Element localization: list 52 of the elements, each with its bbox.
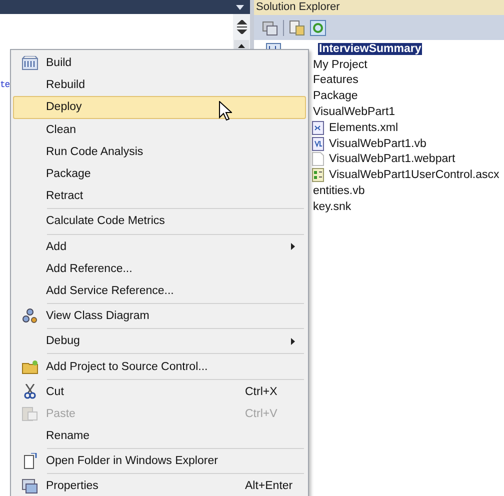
scissors-icon xyxy=(24,384,36,400)
tree-item[interactable]: VisualWebPart1UserControl.ascx xyxy=(328,169,500,182)
up-arrow-icon xyxy=(238,44,245,48)
tree-item[interactable]: My Project xyxy=(312,58,368,71)
tree-item[interactable]: InterviewSummary xyxy=(318,42,422,55)
menu-item[interactable]: Debug xyxy=(13,330,306,352)
tree-item[interactable]: Elements.xml xyxy=(328,122,400,134)
menu-item[interactable]: Properties Alt+Enter xyxy=(13,475,306,496)
tree-item[interactable]: Package xyxy=(312,90,359,102)
menu-item[interactable]: Run Code Analysis xyxy=(13,140,306,163)
menu-item[interactable]: Clean xyxy=(13,118,306,141)
code-text: te xyxy=(0,80,10,90)
menu-item[interactable]: Calculate Code Metrics xyxy=(13,210,306,232)
tree-item[interactable]: entities.vb xyxy=(312,185,366,198)
menu-item[interactable]: Open Folder in Windows Explorer xyxy=(13,450,306,472)
file-icon xyxy=(312,152,325,166)
menu-item[interactable]: Add Reference... xyxy=(13,258,306,280)
tree-item[interactable]: Features xyxy=(312,74,360,86)
refresh-icon[interactable] xyxy=(310,20,326,36)
build-icon xyxy=(22,56,38,70)
folder-icon xyxy=(22,360,38,374)
diagram-icon xyxy=(22,308,38,324)
files-icon[interactable] xyxy=(262,20,278,36)
menu-item[interactable]: Cut Ctrl+X xyxy=(13,380,306,403)
menu-item[interactable]: Package xyxy=(13,162,306,186)
tree-item[interactable]: VisualWebPart1 xyxy=(312,106,396,118)
clipboard-icon xyxy=(22,406,38,422)
panel-title: Solution Explorer xyxy=(256,1,340,13)
code-file-icon xyxy=(312,136,325,151)
tree-item[interactable]: VisualWebPart1.webpart xyxy=(328,153,456,166)
split-icon[interactable] xyxy=(236,20,248,34)
menu-item[interactable]: Rename xyxy=(13,425,306,448)
tree-item[interactable]: VisualWebPart1.vb xyxy=(328,138,428,150)
menu-item[interactable]: Deploy xyxy=(13,96,306,119)
menu-item[interactable]: Rebuild xyxy=(13,74,306,96)
shortcut-text: Ctrl+V xyxy=(245,408,278,420)
tree-item[interactable]: key.snk xyxy=(312,200,352,213)
menu-item[interactable]: Add Service Reference... xyxy=(13,280,306,302)
properties-icon xyxy=(22,478,38,494)
menu-item[interactable]: Retract xyxy=(13,185,306,208)
menu-item[interactable]: Add xyxy=(13,236,306,258)
shortcut-text: Alt+Enter xyxy=(245,480,294,492)
page-icon xyxy=(24,453,36,470)
menu-item[interactable]: Add Project to Source Control... xyxy=(13,355,306,378)
dropdown-arrow-icon[interactable] xyxy=(236,4,244,10)
menu-item[interactable]: Build xyxy=(13,52,306,74)
xml-file-icon xyxy=(312,120,325,135)
properties-icon[interactable] xyxy=(289,20,305,36)
menu-item[interactable]: View Class Diagram xyxy=(13,305,306,328)
mouse-cursor-icon xyxy=(219,101,232,121)
shortcut-text: Ctrl+X xyxy=(245,386,278,398)
control-file-icon xyxy=(312,168,325,182)
